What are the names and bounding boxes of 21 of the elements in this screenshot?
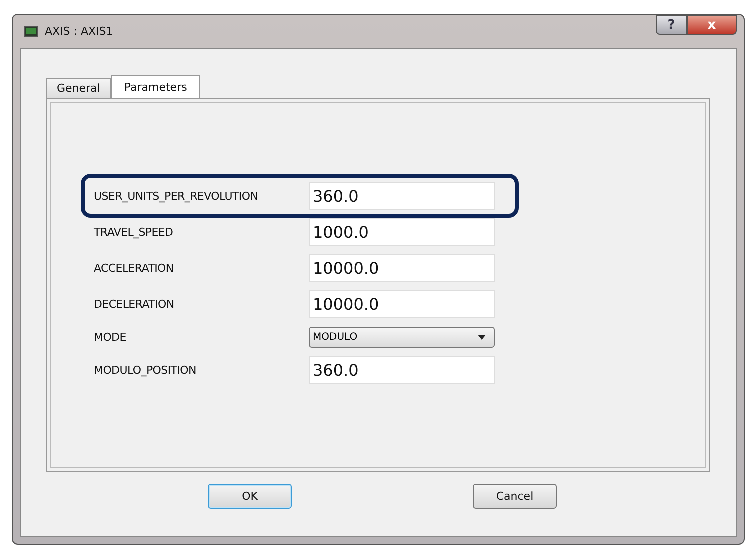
tab[interactable]: General <box>46 78 112 98</box>
parameter-label: MODULO_POSITION <box>94 364 198 376</box>
parameter-label: TRAVEL_SPEED <box>94 226 174 238</box>
parameter-label: MODE <box>94 330 128 344</box>
monitor-icon <box>24 26 38 37</box>
input-field[interactable]: 360.0 <box>309 182 495 210</box>
help-button[interactable]: ? <box>656 15 687 35</box>
input-field[interactable]: 10000.0 <box>309 290 495 318</box>
close-button[interactable]: x <box>687 15 737 35</box>
input-field[interactable]: 10000.0 <box>309 254 495 282</box>
window-title: AXIS : AXIS1 <box>45 25 114 38</box>
parameter-label: ACCELERATION <box>94 262 175 274</box>
dropdown[interactable]: MODULO <box>309 326 495 348</box>
input-field[interactable]: 360.0 <box>309 356 495 384</box>
input-field[interactable]: 1000.0 <box>309 218 495 246</box>
tab[interactable]: Parameters <box>111 75 200 98</box>
parameter-label: DECELERATION <box>94 298 176 310</box>
dialog-button[interactable]: OK <box>208 484 292 509</box>
dialog-button[interactable]: Cancel <box>473 484 557 509</box>
parameter-label: USER_UNITS_PER_REVOLUTION <box>94 190 260 202</box>
caret-icon <box>478 334 486 340</box>
